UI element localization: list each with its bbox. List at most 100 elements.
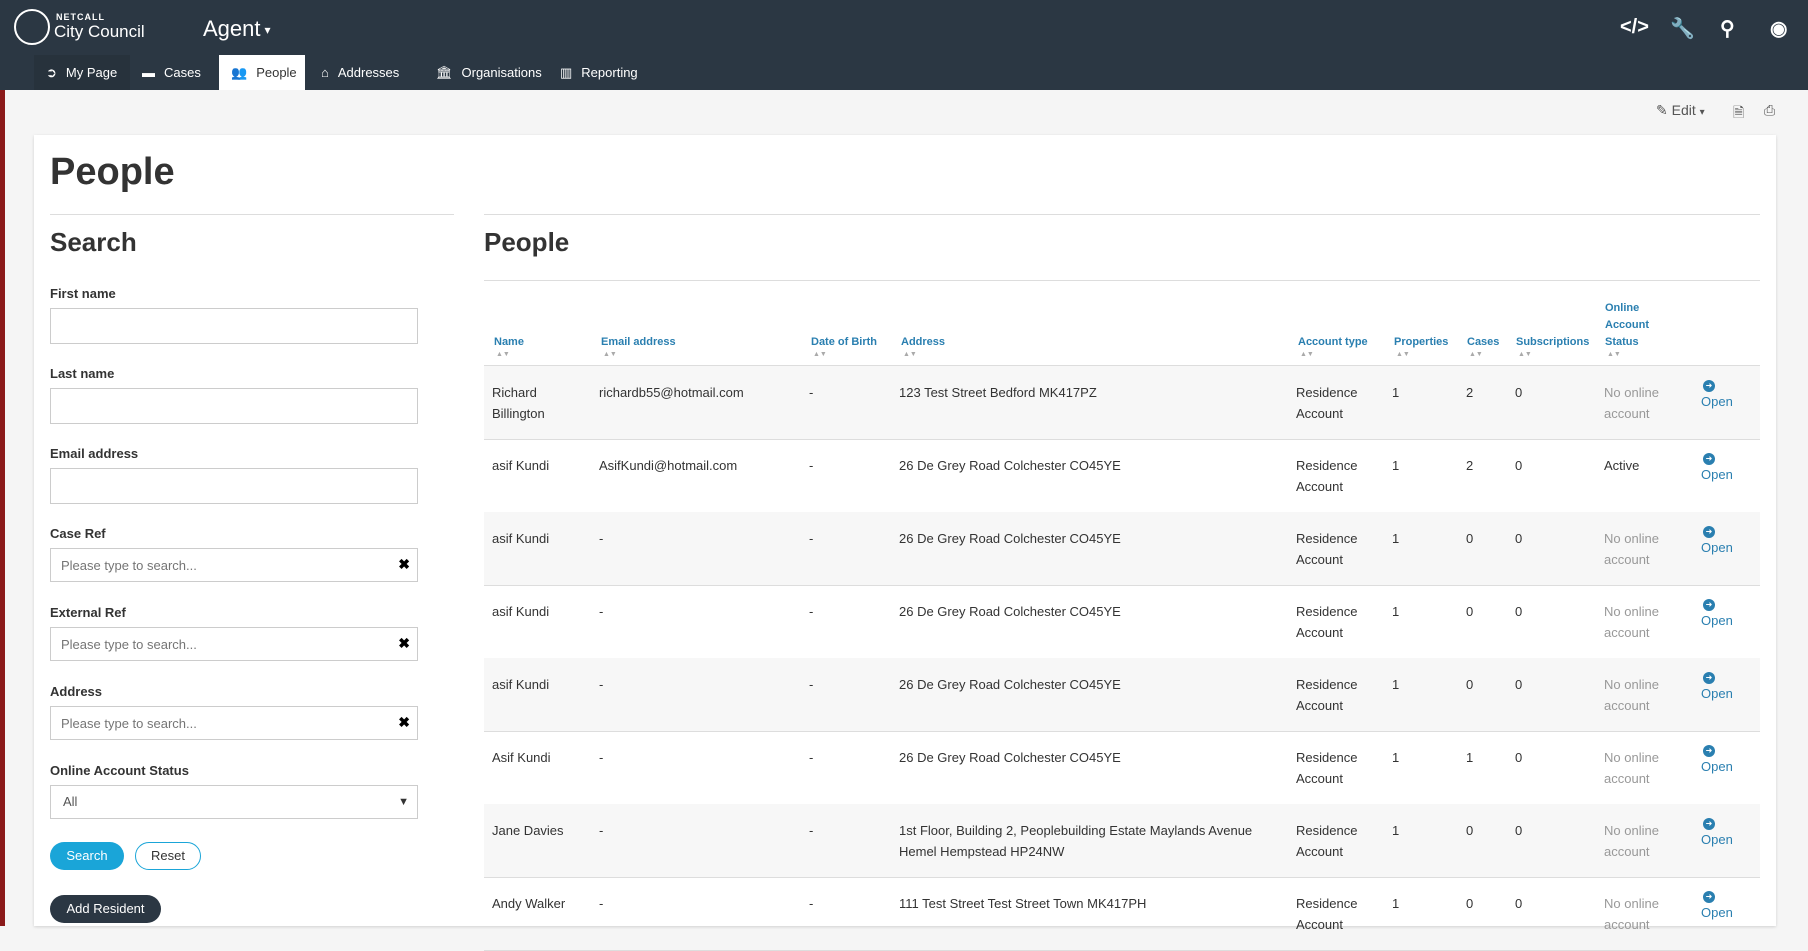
table-row[interactable]: Richard Billington richardb55@hotmail.com -… [484, 366, 1760, 440]
cell-address: 1st Floor, Building 2, Peoplebuilding Es… [899, 820, 1252, 862]
cell-text: Billington [492, 406, 545, 421]
print-icon[interactable]: ⎙ [1764, 102, 1775, 119]
col-email[interactable]: Email address ▲▼ [601, 334, 676, 358]
table-row[interactable]: asif Kundi - - 26 De Grey Road Colchester C… [484, 585, 1760, 659]
council-logo-icon[interactable] [14, 9, 50, 45]
arrow-circle-right-icon: ➜ [1703, 380, 1715, 392]
table-row[interactable]: Andy Walker - - 111 Test Street Test Street… [484, 877, 1760, 951]
cell-text: 0 [1515, 896, 1523, 911]
cell-text: richardb55@hotmail.com [599, 385, 744, 400]
cell-text: Residence [1296, 896, 1358, 911]
reset-button[interactable]: Reset [135, 842, 201, 870]
tab-addresses[interactable]: ⌂ Addresses [309, 55, 419, 90]
table-row[interactable]: Asif Kundi - - 26 De Grey Road Colchester C… [484, 731, 1760, 805]
chevron-down-icon: ▼ [398, 796, 409, 808]
caret-down-icon: ▾ [1699, 107, 1705, 118]
main-card: People Search First name Last name Email… [34, 135, 1776, 951]
last-name-input[interactable] [50, 388, 418, 424]
arrow-circle-icon: ➲ [46, 65, 57, 80]
tab-cases[interactable]: ▬ Cases [130, 55, 226, 90]
cell-text: asif Kundi [492, 677, 550, 692]
tab-organisations[interactable]: 🏛 Organisations [424, 55, 554, 90]
cell-text: 0 [1466, 677, 1474, 692]
col-online-status[interactable]: Online Account Status ▲▼ [1605, 300, 1649, 358]
clear-icon[interactable]: ✖ [398, 635, 410, 652]
cell-type: Residence Account [1296, 528, 1357, 570]
home-icon: ⌂ [321, 65, 329, 80]
cell-text: Account [1296, 552, 1343, 567]
caret-down-icon: ▾ [264, 23, 271, 38]
edit-menu[interactable]: ✎ Edit ▾ [1656, 102, 1705, 119]
case-ref-input[interactable] [50, 548, 418, 582]
cell-text: 26 De Grey Road Colchester CO45YE [899, 677, 1121, 692]
cell-cases: 0 [1466, 820, 1473, 841]
cell-name: Richard Billington [492, 382, 545, 424]
cell-text: Residence [1296, 604, 1358, 619]
external-ref-input[interactable] [50, 627, 418, 661]
table-heading: People [484, 227, 570, 257]
table-row[interactable]: asif Kundi - - 26 De Grey Road Colchester C… [484, 658, 1760, 732]
address-input[interactable] [50, 706, 418, 740]
bank-icon: 🏛 [436, 65, 453, 80]
open-link[interactable]: ➜ Open [1701, 380, 1733, 409]
sort-icon: ▲▼ [1300, 351, 1314, 358]
col-cases[interactable]: Cases ▲▼ [1467, 334, 1499, 358]
cell-text: 0 [1466, 604, 1474, 619]
col-name[interactable]: Name ▲▼ [494, 334, 524, 358]
cell-email: AsifKundi@hotmail.com [599, 455, 737, 476]
table-row[interactable]: asif Kundi - - 26 De Grey Road Colchester C… [484, 512, 1760, 586]
tab-reporting[interactable]: ▥ Reporting [548, 55, 658, 90]
open-link[interactable]: ➜ Open [1701, 599, 1733, 628]
cell-text: Residence [1296, 385, 1358, 400]
open-link[interactable]: ➜ Open [1701, 672, 1733, 701]
cell-status: No online account [1604, 528, 1659, 570]
wrench-icon[interactable]: 🔧 [1670, 16, 1695, 41]
brand-name[interactable]: City Council [54, 22, 145, 42]
cell-text: No online [1604, 896, 1659, 911]
cell-text: 0 [1466, 531, 1474, 546]
open-link[interactable]: ➜ Open [1701, 745, 1733, 774]
cell-email: - [599, 747, 603, 768]
code-icon[interactable]: </> [1620, 16, 1649, 39]
cell-text: asif Kundi [492, 604, 550, 619]
search-icon[interactable]: ⚲ [1720, 16, 1735, 41]
app-switcher[interactable]: Agent ▾ [203, 16, 271, 42]
cell-text: 1 [1392, 531, 1400, 546]
cell-text: 1 [1392, 677, 1400, 692]
top-bar: NETCALL City Council Agent ▾ </> 🔧 ⚲ ◉ ➲ M… [0, 0, 1808, 90]
clear-icon[interactable]: ✖ [398, 714, 410, 731]
col-dob[interactable]: Date of Birth ▲▼ [811, 334, 877, 358]
open-link[interactable]: ➜ Open [1701, 891, 1733, 920]
online-status-select[interactable]: All ▼ [50, 785, 418, 819]
open-link[interactable]: ➜ Open [1701, 526, 1733, 555]
open-link[interactable]: ➜ Open [1701, 453, 1733, 482]
add-resident-button[interactable]: Add Resident [50, 895, 161, 923]
col-address[interactable]: Address ▲▼ [901, 334, 945, 358]
table-header: Name ▲▼ Email address ▲▼ Date of Birth ▲▼ A… [484, 280, 1760, 367]
open-link[interactable]: ➜ Open [1701, 818, 1733, 847]
cell-text: No online [1604, 823, 1659, 838]
first-name-input[interactable] [50, 308, 418, 344]
search-panel: Search First name Last name Email addres… [50, 214, 454, 923]
table-row[interactable]: Jane Davies - - 1st Floor, Building 2, Peop… [484, 804, 1760, 878]
email-input[interactable] [50, 468, 418, 504]
clear-icon[interactable]: ✖ [398, 556, 410, 573]
cell-status: No online account [1604, 893, 1659, 935]
col-account-type[interactable]: Account type ▲▼ [1298, 334, 1368, 358]
tab-my-page[interactable]: ➲ My Page [34, 55, 130, 90]
user-icon[interactable]: ◉ [1770, 16, 1787, 41]
search-button[interactable]: Search [50, 842, 124, 870]
cell-text: - [599, 896, 604, 911]
cell-text: Account [1296, 625, 1343, 640]
cell-properties: 1 [1392, 893, 1399, 914]
cell-text: 1 [1392, 385, 1400, 400]
cell-text: Residence [1296, 750, 1358, 765]
col-properties[interactable]: Properties ▲▼ [1394, 334, 1448, 358]
pdf-icon[interactable]: 🗎 [1733, 102, 1744, 126]
table-row[interactable]: asif Kundi AsifKundi@hotmail.com - 26 De Gr… [484, 439, 1760, 513]
col-subscriptions[interactable]: Subscriptions ▲▼ [1516, 334, 1589, 358]
cell-text: 1st Floor, Building 2, Peoplebuilding Es… [899, 823, 1253, 838]
sort-icon: ▲▼ [1396, 351, 1410, 358]
tab-people[interactable]: 👥 People [219, 55, 305, 90]
cell-properties: 1 [1392, 601, 1399, 622]
